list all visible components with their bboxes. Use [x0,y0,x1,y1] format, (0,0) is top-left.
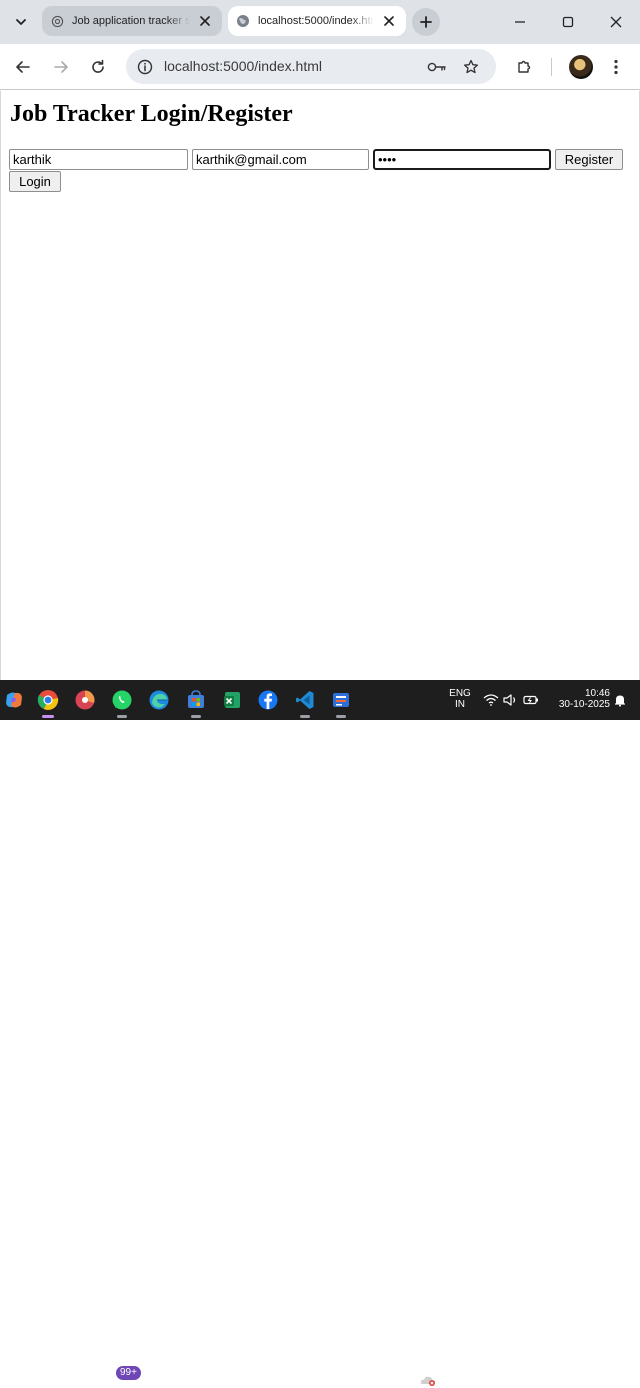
tab-localhost-index[interactable]: localhost:5000/index.htm [228,6,406,36]
windows-taskbar: 99+ [0,680,640,1386]
username-input[interactable] [9,149,188,170]
tab-job-application-tracker[interactable]: Job application tracker s [42,6,222,36]
arrow-left-icon [16,61,30,73]
browser-toolbar: localhost:5000/index.html [0,44,640,90]
running-app-indicator [117,715,127,718]
close-icon[interactable] [196,12,214,30]
reload-icon [92,59,104,73]
minimize-icon [515,21,525,23]
password-input[interactable] [373,149,551,170]
whatsapp-app-icon[interactable] [108,686,136,718]
tab-strip: Job application tracker s localhost:5000… [0,0,640,44]
edge-app-icon[interactable] [145,686,173,714]
clock-date: 30-10-2025 [558,699,610,710]
address-bar[interactable]: localhost:5000/index.html [126,49,496,84]
app-icon[interactable] [327,686,355,718]
app-icon[interactable] [71,686,99,714]
facebook-app-icon[interactable] [254,686,282,714]
chrome-app-icon[interactable] [34,686,62,718]
new-tab-button[interactable] [412,8,440,36]
notification-badge: 99+ [116,1366,141,1380]
page-title: Job Tracker Login/Register [10,101,293,127]
register-button[interactable]: Register [555,149,623,170]
tab-search-button[interactable] [8,9,34,35]
browser-menu-button[interactable] [603,54,629,80]
active-app-indicator [42,715,54,718]
wifi-icon[interactable] [483,692,499,708]
region-code: IN [455,699,465,710]
profile-avatar[interactable] [569,55,593,79]
volume-icon[interactable] [503,692,519,708]
language-indicator[interactable]: ENG IN [448,688,472,710]
forward-button[interactable] [48,54,74,80]
more-vertical-icon [614,59,618,75]
notification-center-icon[interactable] [612,692,628,708]
globe-icon [236,14,250,28]
login-button[interactable]: Login [9,171,61,192]
site-info-icon[interactable] [134,56,156,78]
language-code: ENG [449,688,471,699]
tab-title: Job application tracker s [72,15,190,27]
puzzle-piece-icon [518,60,531,73]
running-app-indicator [336,715,346,718]
email-input[interactable] [192,149,369,170]
url-text[interactable]: localhost:5000/index.html [164,58,322,74]
page-viewport: Job Tracker Login/Register Register Logi… [0,91,640,680]
tab-title: localhost:5000/index.htm [258,15,374,27]
close-icon[interactable] [380,12,398,30]
extensions-button[interactable] [511,54,537,80]
minimize-button[interactable] [508,10,532,34]
clock-time: 10:46 [584,688,610,699]
show-hidden-icons-button[interactable] [394,1372,410,1388]
battery-icon[interactable] [523,692,539,708]
toolbar-divider [551,58,552,76]
bookmark-star-icon[interactable] [460,56,482,78]
back-button[interactable] [10,54,36,80]
running-app-indicator [191,715,201,718]
chevron-down-icon [16,19,26,25]
microsoft-store-app-icon[interactable] [182,686,210,718]
close-window-button[interactable] [604,10,628,34]
running-app-indicator [300,715,310,718]
maximize-icon [562,16,574,28]
plus-icon [420,16,432,28]
onedrive-icon[interactable] [420,1372,436,1388]
reload-button[interactable] [85,54,111,80]
chatgpt-icon [50,14,64,28]
password-key-icon[interactable] [426,56,448,78]
excel-app-icon[interactable] [218,686,246,714]
vscode-app-icon[interactable] [291,686,319,718]
maximize-button[interactable] [556,10,580,34]
copilot-app-icon[interactable] [0,686,28,714]
system-clock[interactable]: 10:46 30-10-2025 [546,688,610,710]
arrow-right-icon [54,61,68,73]
close-icon [610,16,622,28]
